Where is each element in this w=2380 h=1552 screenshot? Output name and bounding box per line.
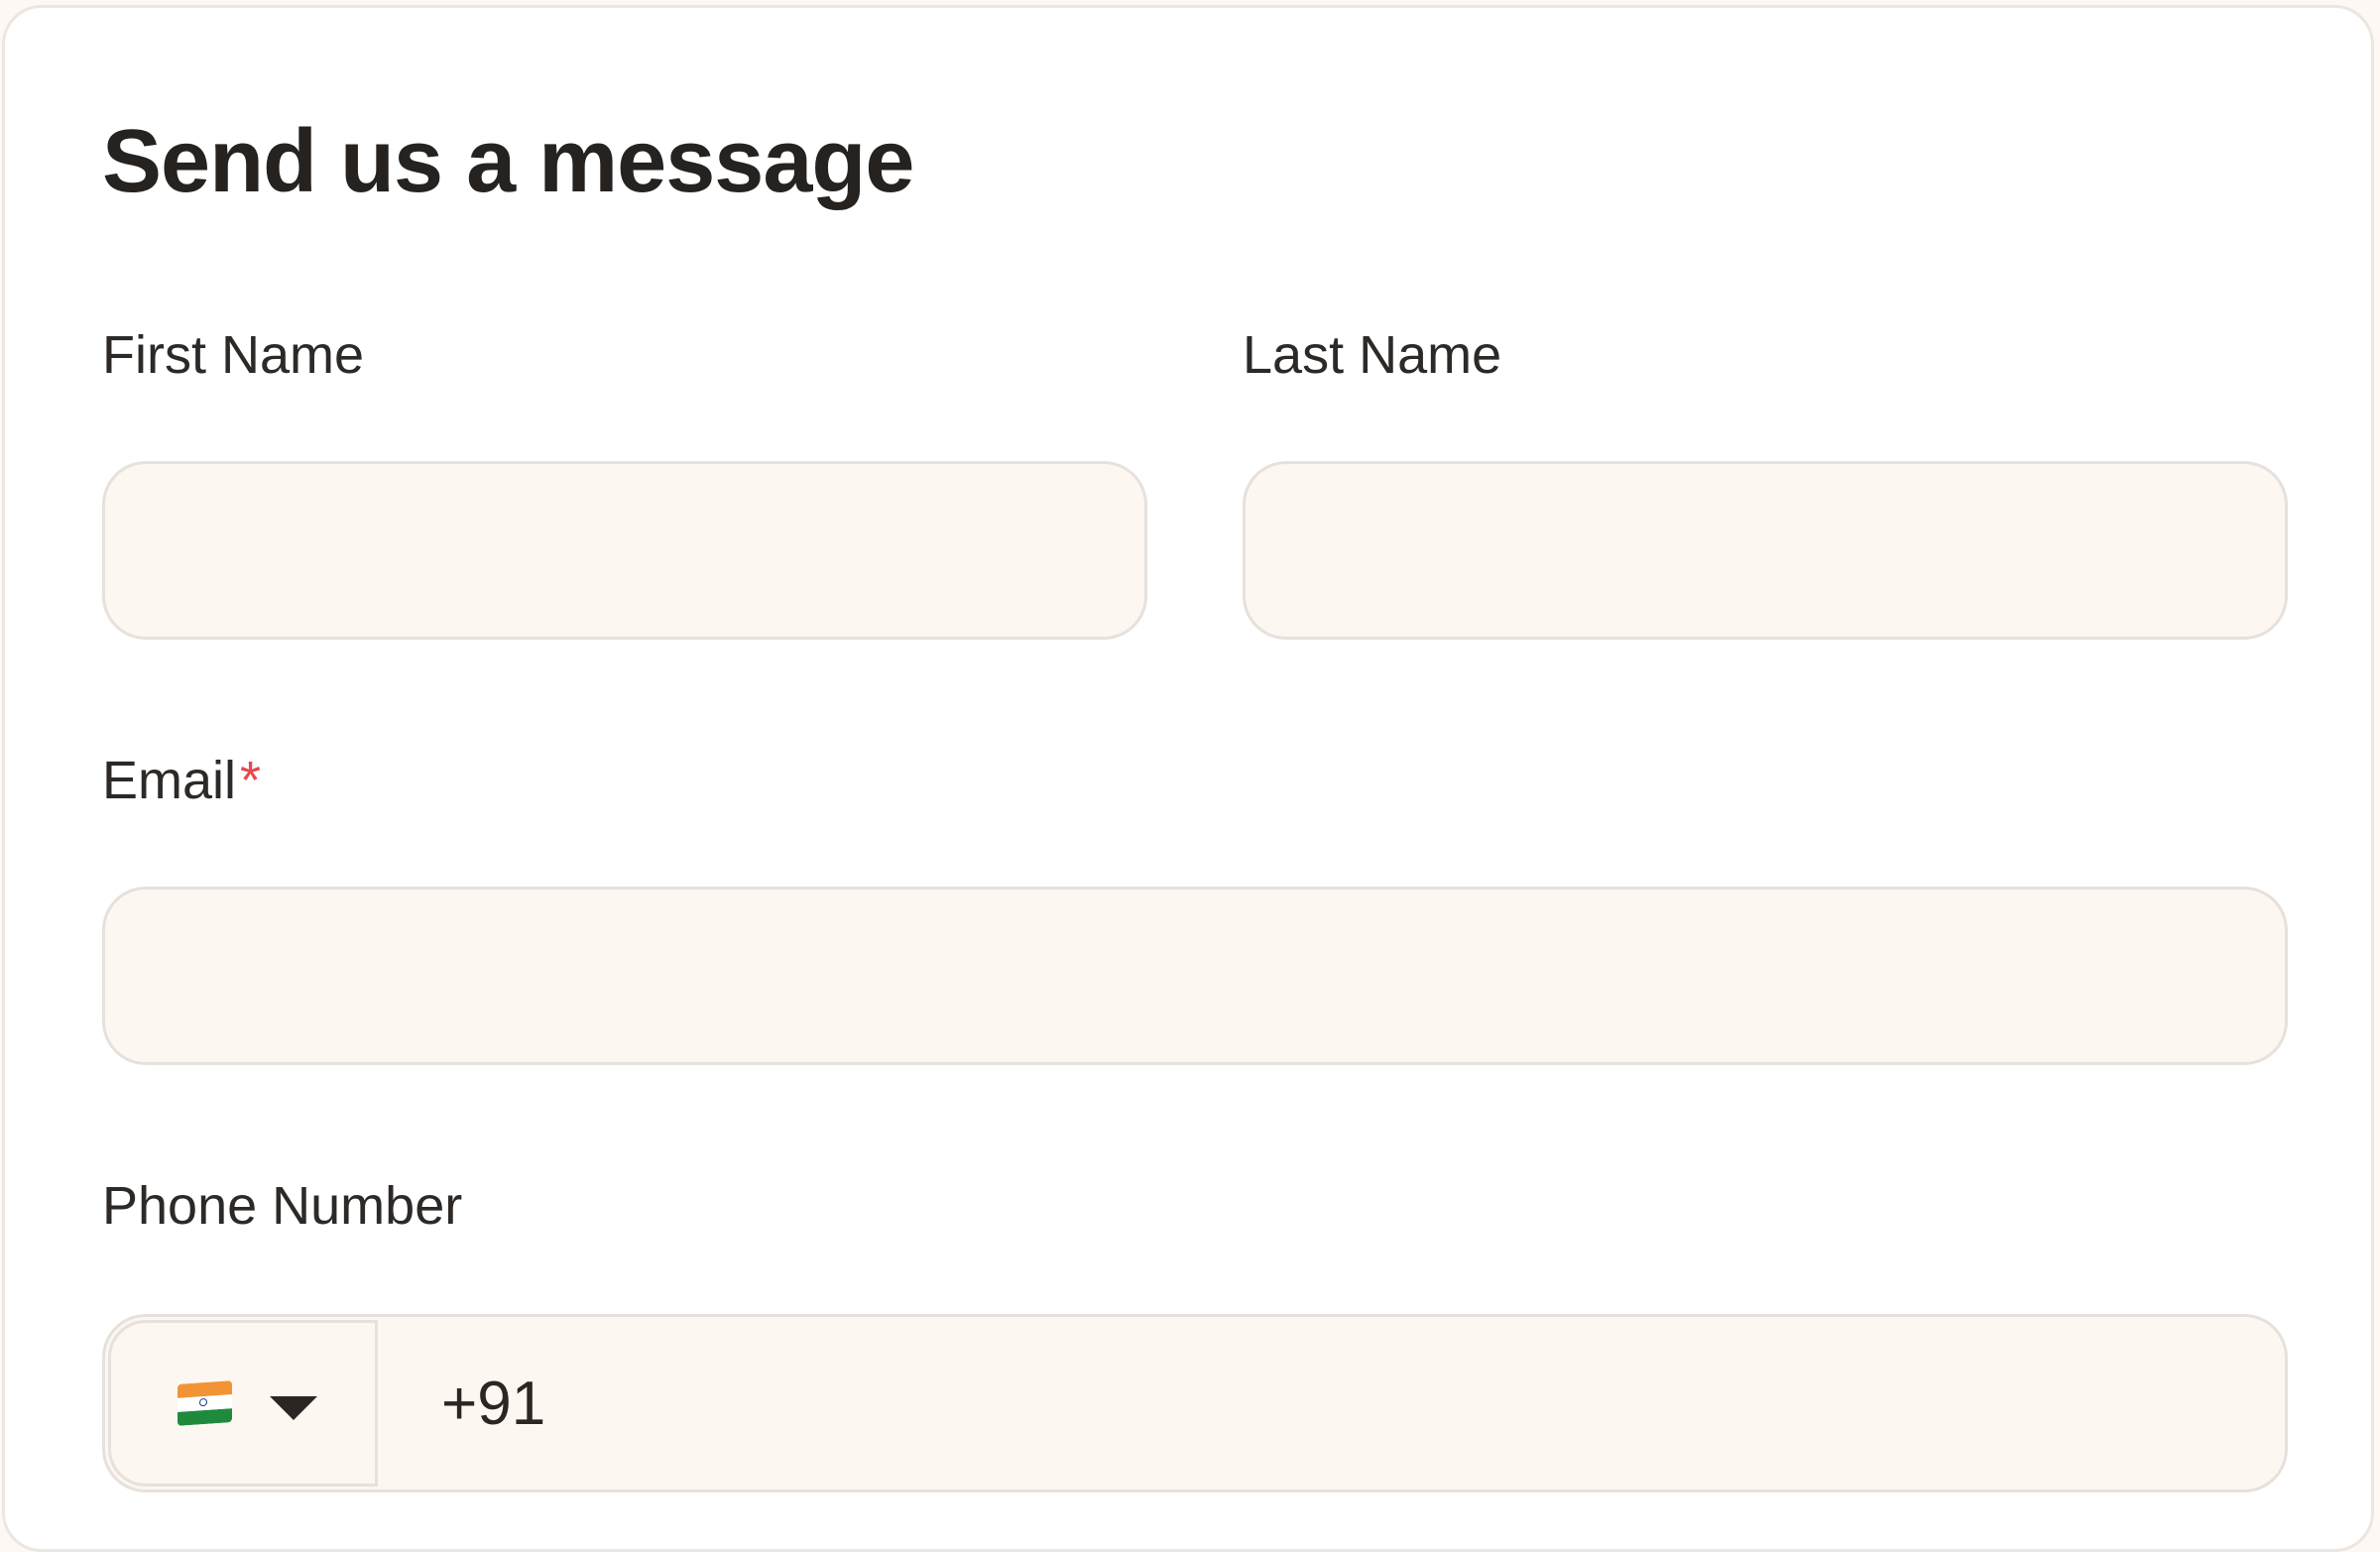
- required-asterisk: *: [240, 751, 262, 810]
- last-name-field-wrapper: [1243, 461, 2288, 640]
- first-name-field-wrapper: [102, 461, 1147, 640]
- contact-form-card: Send us a message First Name Last Name E…: [2, 5, 2374, 1552]
- email-field-wrapper: [102, 887, 2288, 1065]
- phone-label-text: Phone Number: [102, 1176, 463, 1236]
- phone-label: Phone Number: [102, 1174, 462, 1238]
- phone-field-wrapper: [102, 1314, 2288, 1492]
- email-label-text: Email: [102, 751, 237, 810]
- country-code-selector[interactable]: [108, 1320, 378, 1487]
- last-name-input[interactable]: [1246, 464, 2285, 637]
- last-name-label-text: Last Name: [1243, 325, 1502, 385]
- phone-input-area: [378, 1317, 2285, 1490]
- email-label: Email*: [102, 749, 261, 812]
- form-title: Send us a message: [102, 112, 914, 211]
- caret-down-icon: [270, 1396, 317, 1420]
- first-name-label-text: First Name: [102, 325, 365, 385]
- phone-number-input[interactable]: [378, 1317, 2285, 1490]
- first-name-label: First Name: [102, 323, 364, 387]
- last-name-label: Last Name: [1243, 323, 1501, 387]
- first-name-input[interactable]: [105, 464, 1144, 637]
- india-flag-icon: [178, 1380, 232, 1426]
- email-input[interactable]: [105, 890, 2285, 1062]
